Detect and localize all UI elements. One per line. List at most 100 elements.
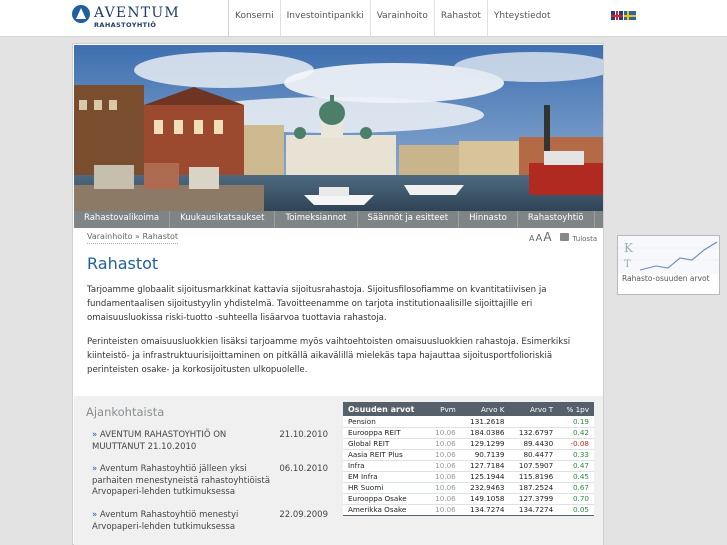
- fund-value-t: 107.5907: [509, 460, 559, 472]
- print-link[interactable]: Tulosta: [573, 235, 598, 243]
- news-item-text[interactable]: Aventum Rahastoyhtiö jälleen yksi parhai…: [92, 464, 270, 497]
- fund-value-k: 134.7274: [460, 504, 510, 516]
- fund-row[interactable]: Amerikka Osake 10.06 134.7274 134.7274 0.05: [343, 504, 594, 516]
- fund-date: 10.06: [427, 460, 461, 472]
- fund-row[interactable]: Eurooppa Osake 10.06 149.1058 127.3799 0.70: [343, 493, 594, 505]
- fund-value-t: [509, 416, 559, 428]
- fund-values-widget-label[interactable]: Rahasto-osuuden arvot: [622, 275, 712, 283]
- fund-change: 0.33: [558, 449, 594, 461]
- topnav-rahastot[interactable]: Rahastot: [433, 0, 487, 37]
- print-icon[interactable]: [559, 233, 569, 241]
- header-change-1pv: % 1pv: [558, 402, 594, 416]
- fund-date: 10.06: [427, 504, 461, 516]
- topnav-investointipankki[interactable]: Investointipankki: [279, 0, 370, 37]
- fund-date: 10.06: [427, 482, 461, 494]
- fund-date: 10.06: [427, 471, 461, 483]
- fund-date: 10.06: [427, 449, 461, 461]
- fund-value-k: 149.1058: [460, 493, 510, 505]
- language-switcher: [611, 11, 636, 20]
- fund-name[interactable]: Infra: [343, 460, 428, 472]
- fund-values-table: Osuuden arvot Pvm Arvo K Arvo T % 1pv Pe…: [343, 402, 594, 516]
- page-tools: A A A Tulosta: [529, 230, 597, 244]
- fund-value-t: 80.4477: [509, 449, 559, 461]
- main-frame: Rahastovalikoima Kuukausikatsaukset Toim…: [72, 43, 604, 545]
- fund-row[interactable]: HR Suomi 10.06 232.9463 187.2524 0.67: [343, 482, 594, 494]
- subnav-saannot-ja-esitteet[interactable]: Säännöt ja esitteet: [358, 211, 460, 228]
- news-heading: Ajankohtaista: [86, 405, 165, 419]
- topnav-konserni[interactable]: Konserni: [228, 0, 280, 37]
- subnav-rahastovalikoima[interactable]: Rahastovalikoima: [74, 211, 171, 228]
- fund-value-k: 129.1299: [460, 438, 510, 450]
- fund-value-t: 127.3799: [509, 493, 559, 505]
- fund-value-t: 134.7274: [509, 504, 559, 516]
- aventum-logo-icon: [72, 5, 90, 23]
- fund-change: 0.47: [558, 460, 594, 472]
- brand-name: AVENTUM: [94, 5, 180, 21]
- page-title: Rahastot: [87, 254, 159, 273]
- fund-name[interactable]: EM Infra: [343, 471, 428, 483]
- subnav-hinnasto[interactable]: Hinnasto: [459, 211, 518, 228]
- main-content: Rahastot Tarjoamme globaalit sijoitusmar…: [87, 254, 592, 387]
- swedish-flag-icon[interactable]: [624, 11, 636, 20]
- news-item[interactable]: » Aventum Rahastoyhtiö menestyi Arvopape…: [92, 510, 328, 533]
- text-size-small-button[interactable]: A: [529, 234, 534, 243]
- fund-name[interactable]: Eurooppa Osake: [343, 493, 428, 505]
- fund-row[interactable]: Eurooppa REIT 10.06 184.0386 132.6797 0.42: [343, 427, 594, 439]
- topnav-varainhoito[interactable]: Varainhoito: [369, 0, 434, 37]
- lower-section: Ajankohtaista » AVENTUM RAHASTOYHTIÖ ON …: [74, 396, 603, 545]
- fund-change: 0.70: [558, 493, 594, 505]
- fund-value-t: 187.2524: [509, 482, 559, 494]
- alternative-assets-paragraph: Perinteisten omaisuusluokkien lisäksi ta…: [87, 337, 571, 375]
- fund-name[interactable]: Pension: [343, 416, 428, 428]
- fund-change: 0.19: [558, 416, 594, 428]
- subnav-toimeksiannot[interactable]: Toimeksiannot: [275, 211, 358, 228]
- fund-row[interactable]: Pension 131.2618 0.19: [343, 416, 594, 428]
- news-item[interactable]: » Aventum Rahastoyhtiö jälleen yksi parh…: [92, 464, 328, 499]
- fund-value-k: 131.2618: [460, 416, 510, 428]
- news-item-text[interactable]: Aventum Rahastoyhtiö menestyi Arvopaperi…: [92, 510, 238, 532]
- hero-image: [74, 45, 603, 212]
- fund-row[interactable]: Global REIT 10.06 129.1299 89.4430 -0.08: [343, 438, 594, 450]
- fund-change: 0.42: [558, 427, 594, 439]
- fund-value-k: 90.7139: [460, 449, 510, 461]
- kt-chart-icon: K T: [618, 236, 719, 274]
- fund-name[interactable]: Amerikka Osake: [343, 504, 428, 516]
- fund-date: 10.06: [427, 438, 461, 450]
- fund-value-k: 184.0386: [460, 427, 510, 439]
- fund-name[interactable]: HR Suomi: [343, 482, 428, 494]
- header-osuuden-arvot: Osuuden arvot: [343, 402, 428, 416]
- fund-row[interactable]: Infra 10.06 127.7184 107.5907 0.47: [343, 460, 594, 472]
- news-item-date: 06.10.2010: [279, 464, 328, 474]
- text-size-medium-button[interactable]: A: [535, 233, 542, 244]
- fund-date: 10.06: [427, 493, 461, 505]
- breadcrumb[interactable]: Varainhoito » Rahastot: [87, 232, 179, 244]
- fund-name[interactable]: Global REIT: [343, 438, 428, 450]
- header-arvo-t: Arvo T: [509, 402, 559, 416]
- top-bar: AVENTUM RAHASTOYHTIÖ Konserni Investoint…: [0, 0, 727, 37]
- fund-value-k: 127.7184: [460, 460, 510, 472]
- svg-text:K: K: [624, 241, 634, 255]
- topnav-yhteystiedot[interactable]: Yhteystiedot: [486, 0, 557, 37]
- news-item-text[interactable]: AVENTUM RAHASTOYHTIÖ ON MUUTTANUT 21.10.…: [92, 430, 226, 452]
- top-navigation: Konserni Investointipankki Varainhoito R…: [228, 0, 556, 37]
- aventum-logo[interactable]: AVENTUM RAHASTOYHTIÖ: [72, 5, 187, 31]
- fund-change: 0.45: [558, 471, 594, 483]
- fund-change: 0.05: [558, 504, 594, 516]
- header-arvo-k: Arvo K: [460, 402, 510, 416]
- fund-name[interactable]: Aasia REIT Plus: [343, 449, 428, 461]
- subnav-rahastoyhtio[interactable]: Rahastoyhtiö: [518, 211, 595, 228]
- fund-values-widget[interactable]: K T Rahasto-osuuden arvot: [617, 235, 720, 295]
- fund-value-k: 232.9463: [460, 482, 510, 494]
- brand-subtitle: RAHASTOYHTIÖ: [94, 21, 157, 29]
- fund-row[interactable]: EM Infra 10.06 125.1944 115.8196 0.45: [343, 471, 594, 483]
- fund-value-t: 89.4430: [509, 438, 559, 450]
- english-flag-icon[interactable]: [611, 11, 623, 20]
- fund-name[interactable]: Eurooppa REIT: [343, 427, 428, 439]
- news-item[interactable]: » AVENTUM RAHASTOYHTIÖ ON MUUTTANUT 21.1…: [92, 430, 328, 453]
- fund-row[interactable]: Aasia REIT Plus 10.06 90.7139 80.4477 0.33: [343, 449, 594, 461]
- subnav-kuukausikatsaukset[interactable]: Kuukausikatsaukset: [170, 211, 276, 228]
- fund-value-k: 125.1944: [460, 471, 510, 483]
- fund-change: -0.08: [558, 438, 594, 450]
- text-size-large-button[interactable]: A: [543, 230, 551, 244]
- intro-paragraph: Tarjoamme globaalit sijoitusmarkkinat ka…: [87, 285, 547, 323]
